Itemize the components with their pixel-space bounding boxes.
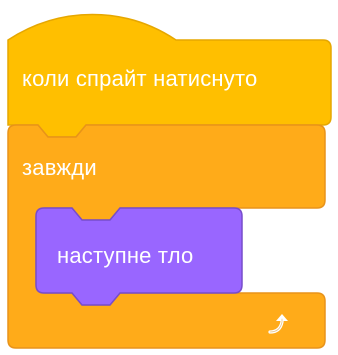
hat-block-label: коли спрайт натиснуто	[22, 66, 258, 91]
forever-block-label: завжди	[22, 155, 97, 180]
code-area: коли спрайт натиснуто завжди наступне тл…	[0, 0, 338, 355]
looks-block-label: наступне тло	[57, 243, 194, 268]
